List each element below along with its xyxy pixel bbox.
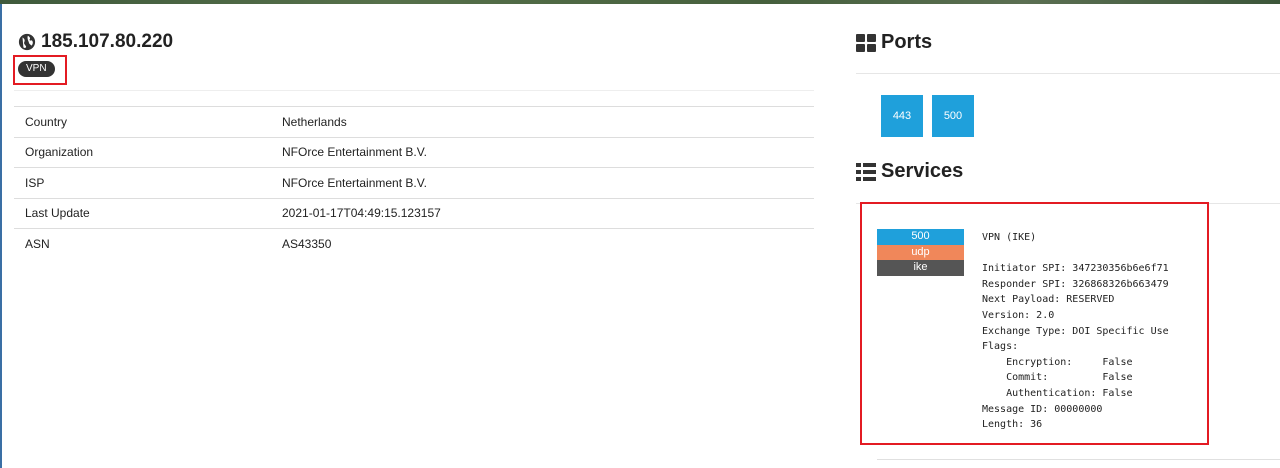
banner-line: Length: 36 xyxy=(982,419,1043,431)
banner-line: Exchange Type: DOI Specific Use xyxy=(982,325,1169,337)
window-edge xyxy=(0,4,2,468)
banner-line: Authentication: False xyxy=(982,387,1133,399)
service-name-badge: ike xyxy=(877,260,964,276)
info-key: ASN xyxy=(25,237,50,251)
info-row: Country Netherlands xyxy=(14,106,814,138)
banner-line: Commit: False xyxy=(982,372,1133,384)
info-key: ISP xyxy=(25,175,45,190)
header-divider xyxy=(14,90,814,91)
services-header: Services xyxy=(856,160,963,183)
info-key: Country xyxy=(25,114,68,129)
service-bottom-divider xyxy=(877,459,1280,460)
banner-line: Message ID: 00000000 xyxy=(982,403,1103,415)
service-protocol-badge: udp xyxy=(877,244,964,260)
grid-icon xyxy=(856,33,876,52)
banner-line: Next Payload: RESERVED xyxy=(982,294,1115,306)
service-banner: VPN (IKE) Initiator SPI: 347230356b6e6f71… xyxy=(982,230,1169,433)
banner-line: Encryption: False xyxy=(982,356,1133,368)
banner-line: Version: 2.0 xyxy=(982,309,1055,321)
port-button-443[interactable]: 443 xyxy=(881,95,923,137)
banner-line: Responder SPI: 326868326b663479 xyxy=(982,278,1169,290)
info-row: Organization NFOrce Entertainment B.V. xyxy=(14,137,814,168)
banner-line: Initiator SPI: 347230356b6e6f71 xyxy=(982,263,1169,275)
map-banner-strip xyxy=(0,0,1280,4)
info-row: Last Update 2021-01-17T04:49:15.123157 xyxy=(14,198,814,229)
service-port-badge[interactable]: 500 xyxy=(877,229,964,245)
service-badges: 500 udp ike xyxy=(877,229,964,276)
info-value: Netherlands xyxy=(282,114,347,129)
info-row: ASN AS43350 xyxy=(14,228,814,260)
info-value: NFOrce Entertainment B.V. xyxy=(282,175,427,190)
banner-line xyxy=(982,246,1169,262)
ports-title: Ports xyxy=(881,31,933,53)
info-value: AS43350 xyxy=(282,237,332,251)
host-ip-title: 185.107.80.220 xyxy=(41,31,174,52)
ports-divider xyxy=(856,73,1280,74)
globe-icon xyxy=(18,33,36,51)
banner-line: Flags: xyxy=(982,341,1019,353)
info-value: 2021-01-17T04:49:15.123157 xyxy=(282,206,441,221)
info-row: ISP NFOrce Entertainment B.V. xyxy=(14,167,814,199)
info-key: Last Update xyxy=(25,206,90,221)
ports-header: Ports xyxy=(856,31,932,54)
port-button-500[interactable]: 500 xyxy=(932,95,974,137)
host-header: 185.107.80.220 xyxy=(18,31,173,53)
vpn-tag-badge[interactable]: VPN xyxy=(18,61,55,77)
host-info-table: Country Netherlands Organization NFOrce Ent… xyxy=(14,106,814,259)
services-title: Services xyxy=(881,160,964,182)
info-value: NFOrce Entertainment B.V. xyxy=(282,145,427,160)
list-icon xyxy=(856,162,876,181)
info-key: Organization xyxy=(25,145,94,160)
banner-line: VPN (IKE) xyxy=(982,232,1037,243)
